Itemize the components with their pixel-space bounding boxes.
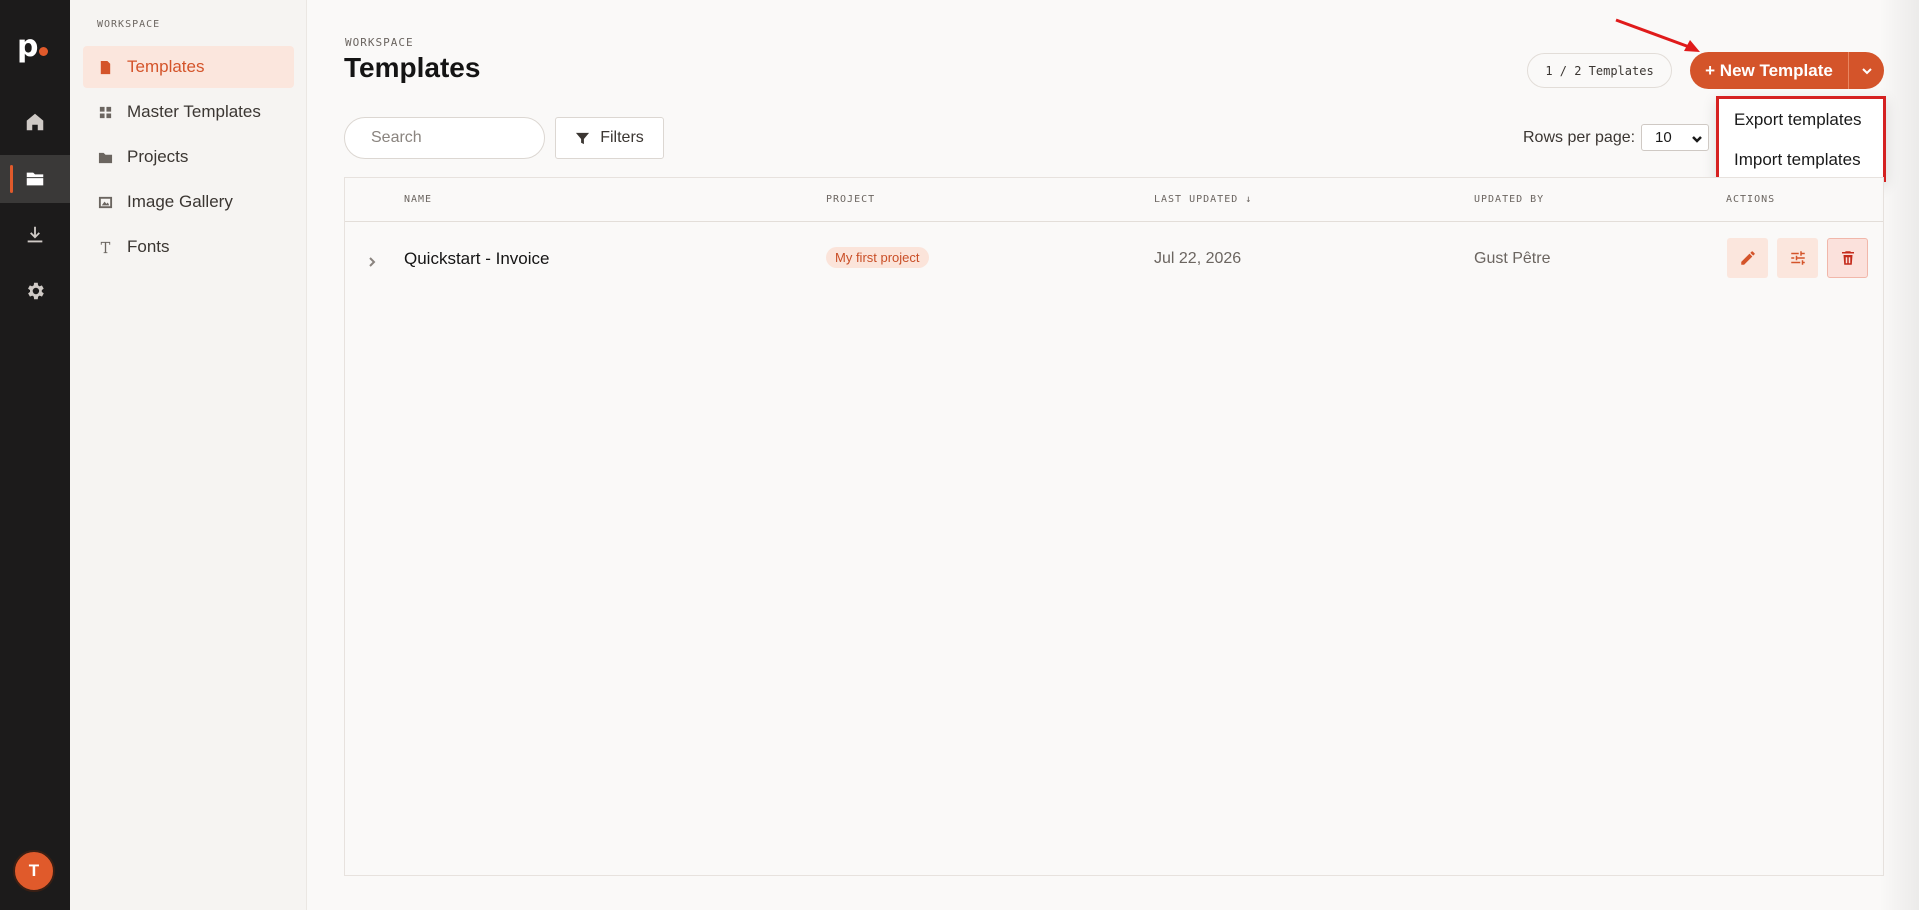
chevron-right-icon [369, 257, 376, 267]
sidebar-item-master-templates[interactable]: Master Templates [83, 91, 294, 133]
template-count-badge: 1 / 2 Templates [1527, 53, 1672, 88]
menu-item-export-templates[interactable]: Export templates [1734, 110, 1862, 130]
document-icon [100, 60, 111, 74]
folder-open-icon [26, 172, 44, 186]
sidebar-section-label: WORKSPACE [97, 19, 161, 30]
column-header-project[interactable]: PROJECT [826, 194, 875, 205]
logo-dot [39, 47, 48, 56]
rows-per-page-label: Rows per page: [1523, 129, 1636, 146]
table-header: NAME PROJECT LAST UPDATED ↓ UPDATED BY A… [345, 178, 1883, 222]
pencil-icon [1740, 251, 1755, 265]
app-rail: p T [0, 0, 70, 910]
page-title: Templates [344, 52, 481, 83]
logo-letter: p [17, 29, 39, 64]
font-icon [100, 241, 111, 253]
app-logo[interactable]: p [17, 29, 53, 69]
template-actions-menu: Export templates Import templates [1716, 96, 1886, 182]
new-template-button[interactable]: + New Template [1690, 52, 1848, 89]
filters-label: Filters [600, 129, 644, 146]
chevron-down-icon [1861, 67, 1872, 74]
sidebar-item-label: Projects [127, 147, 189, 166]
edit-button[interactable] [1727, 238, 1768, 278]
trash-icon [1841, 251, 1854, 265]
sidebar-item-projects[interactable]: Projects [83, 136, 294, 178]
templates-table: NAME PROJECT LAST UPDATED ↓ UPDATED BY A… [344, 177, 1884, 876]
rail-home[interactable] [0, 98, 70, 146]
gear-icon [28, 282, 44, 300]
chevron-down-icon [1692, 136, 1702, 143]
search-input[interactable] [344, 117, 545, 159]
menu-item-import-templates[interactable]: Import templates [1734, 150, 1861, 170]
rows-per-page-select[interactable]: 10 [1641, 124, 1709, 151]
new-template-dropdown-toggle[interactable] [1848, 52, 1884, 89]
last-updated: Jul 22, 2026 [1154, 250, 1242, 267]
breadcrumb: WORKSPACE [345, 36, 414, 49]
folder-icon [98, 152, 113, 163]
filters-button[interactable]: Filters [555, 117, 664, 159]
project-tag[interactable]: My first project [826, 247, 929, 268]
sidebar-item-templates[interactable]: Templates [83, 46, 294, 88]
column-header-updated-by[interactable]: UPDATED BY [1474, 194, 1544, 205]
rail-templates[interactable] [0, 155, 70, 203]
image-icon [98, 196, 113, 208]
table-row[interactable]: Quickstart - Invoice My first project Ju… [345, 222, 1883, 294]
master-templates-icon [99, 106, 112, 118]
red-arrow-annotation [1615, 18, 1700, 52]
delete-button[interactable] [1827, 238, 1868, 278]
download-icon [27, 226, 43, 243]
column-header-actions: ACTIONS [1726, 194, 1776, 205]
rows-per-page-value: 10 [1655, 129, 1672, 146]
column-header-name[interactable]: NAME [404, 194, 432, 205]
rail-downloads[interactable] [0, 211, 70, 259]
sidebar-item-label: Fonts [127, 237, 170, 256]
rail-settings[interactable] [0, 267, 70, 315]
template-name[interactable]: Quickstart - Invoice [404, 249, 550, 269]
sidebar-item-image-gallery[interactable]: Image Gallery [83, 181, 294, 223]
sliders-icon [1790, 251, 1805, 265]
sidebar-item-label: Templates [127, 57, 205, 76]
home-icon [26, 113, 44, 131]
updated-by: Gust Pêtre [1474, 250, 1551, 267]
settings-button[interactable] [1777, 238, 1818, 278]
sidebar-item-label: Image Gallery [127, 192, 233, 211]
filter-icon [576, 132, 590, 144]
column-header-last-updated[interactable]: LAST UPDATED ↓ [1154, 194, 1252, 205]
sidebar-item-label: Master Templates [127, 102, 261, 121]
user-avatar[interactable]: T [13, 850, 55, 892]
sidebar-item-fonts[interactable]: Fonts [83, 226, 294, 268]
expand-row-button[interactable] [367, 252, 377, 267]
workspace-sidebar: WORKSPACE Templates Master Templates Pro… [70, 0, 307, 910]
